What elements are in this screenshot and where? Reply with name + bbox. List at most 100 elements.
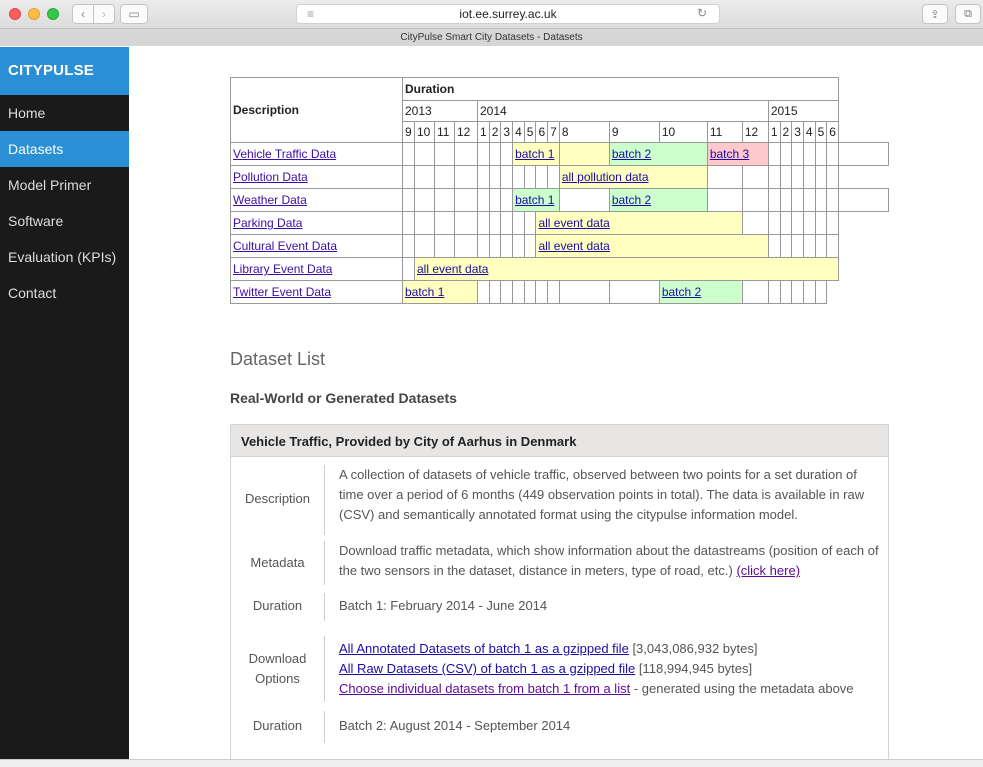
download-raw-link[interactable]: All Raw Datasets (CSV) of batch 1 as a g… (339, 661, 635, 676)
row-divider (324, 541, 325, 585)
month-cell: 5 (814, 121, 828, 143)
month-cell: 12 (454, 121, 478, 143)
month-cell: 5 (523, 121, 537, 143)
duration-row-2: Duration Batch 2: August 2014 - Septembe… (231, 711, 888, 743)
month-cell: 4 (802, 121, 816, 143)
download-raw-size: [118,994,945 bytes] (638, 661, 753, 676)
month-cell: 9 (402, 121, 415, 143)
real-world-subheading: Real-World or Generated Datasets (230, 390, 457, 406)
duration-text-2: Batch 2: August 2014 - September 2014 (339, 718, 571, 733)
parking-all-event-data[interactable]: all event data (538, 216, 609, 230)
choose-individual-link[interactable]: Choose individual datasets from batch 1 … (339, 681, 630, 696)
year-2015: 2015 (767, 100, 839, 122)
sidebar-icon: ▭ (128, 7, 140, 21)
sidebar-item-model-primer[interactable]: Model Primer (0, 167, 129, 203)
tab-title[interactable]: CityPulse Smart City Datasets - Datasets (400, 32, 582, 43)
month-cell: 11 (706, 121, 743, 143)
metadata-click-here-link[interactable]: (click here) (736, 563, 800, 578)
year-2014: 2014 (477, 100, 769, 122)
browser-chrome: ‹ › ▭ ≡ iot.ee.surrey.ac.uk ↻ ⇪ ⧉ CityPu… (0, 0, 983, 46)
metadata-label: Metadata (250, 555, 305, 570)
month-cell: 10 (414, 121, 435, 143)
download-annotated-link[interactable]: All Annotated Datasets of batch 1 as a g… (339, 641, 629, 656)
description-header: Description (230, 77, 403, 143)
month-cell: 3 (791, 121, 804, 143)
forward-button[interactable]: › (93, 4, 115, 24)
library-all-event-data[interactable]: all event data (417, 262, 488, 276)
timeline-row-library-event: Library Event Data all event data (230, 257, 889, 281)
close-window-button[interactable] (9, 8, 21, 20)
row-divider (324, 636, 325, 702)
weather-batch-2[interactable]: batch 2 (612, 193, 651, 207)
download-options-row: Download Options All Annotated Datasets … (231, 636, 888, 702)
cultural-all-event-data[interactable]: all event data (538, 239, 609, 253)
sidebar: CITYPULSE Home Datasets Model Primer Sof… (0, 47, 129, 767)
choose-individual-note: - generated using the metadata above (633, 681, 854, 696)
sidebar-item-contact[interactable]: Contact (0, 275, 129, 311)
timeline-row-pollution: Pollution Data all pollution data (230, 165, 889, 189)
dataset-list-heading: Dataset List (230, 349, 326, 369)
duration-label-2: Duration (252, 718, 303, 733)
metadata-row: Metadata Download traffic metadata, whic… (231, 541, 888, 585)
vehicle-traffic-panel: Vehicle Traffic, Provided by City of Aar… (230, 424, 889, 767)
zoom-window-button[interactable] (47, 8, 59, 20)
timeline-row-vehicle-traffic: Vehicle Traffic Data batch 1 batch 2 bat… (230, 142, 890, 166)
vehicle-traffic-batch-1[interactable]: batch 1 (515, 147, 554, 161)
address-bar[interactable]: ≡ iot.ee.surrey.ac.uk ↻ (296, 4, 720, 24)
vehicle-traffic-batch-3[interactable]: batch 3 (710, 147, 749, 161)
description-text: A collection of datasets of vehicle traf… (339, 467, 865, 522)
month-cell: 11 (434, 121, 455, 143)
reload-icon[interactable]: ↻ (697, 6, 707, 20)
pollution-all-data[interactable]: all pollution data (562, 170, 649, 184)
month-cell: 2 (779, 121, 793, 143)
twitter-event-link[interactable]: Twitter Event Data (233, 285, 331, 299)
sidebar-toggle-button[interactable]: ▭ (120, 4, 148, 24)
month-cell: 12 (741, 121, 769, 143)
tabs-icon: ⧉ (964, 7, 972, 20)
parking-link[interactable]: Parking Data (233, 216, 302, 230)
timeline-row-weather: Weather Data batch 1 batch 2 (230, 188, 890, 212)
month-cell: 1 (477, 121, 490, 143)
back-button[interactable]: ‹ (72, 4, 94, 24)
tabs-overview-button[interactable]: ⧉ (955, 4, 981, 24)
year-2013: 2013 (402, 100, 478, 122)
weather-batch-1[interactable]: batch 1 (515, 193, 554, 207)
month-cell: 7 (547, 121, 560, 143)
timeline-row-cultural-event: Cultural Event Data all event data (230, 234, 889, 258)
twitter-batch-2[interactable]: batch 2 (662, 285, 701, 299)
brand-logo[interactable]: CITYPULSE (0, 47, 129, 95)
duration-label-1: Duration (252, 598, 303, 613)
vehicle-traffic-link[interactable]: Vehicle Traffic Data (233, 147, 336, 161)
tab-bar: CityPulse Smart City Datasets - Datasets (0, 28, 983, 46)
month-cell: 6 (535, 121, 549, 143)
sidebar-item-evaluation[interactable]: Evaluation (KPIs) (0, 239, 129, 275)
library-event-link[interactable]: Library Event Data (233, 262, 332, 276)
minimize-window-button[interactable] (28, 8, 40, 20)
reader-menu-icon[interactable]: ≡ (307, 7, 314, 21)
pollution-link[interactable]: Pollution Data (233, 170, 308, 184)
month-cell: 9 (608, 121, 660, 143)
row-divider (324, 711, 325, 743)
back-icon: ‹ (81, 7, 85, 21)
dataset-timeline-table: Description Duration 2013 2014 2015 9 10… (230, 77, 890, 304)
share-button[interactable]: ⇪ (922, 4, 948, 24)
status-bar (0, 759, 983, 767)
download-annotated-size: [3,043,086,932 bytes] (632, 641, 758, 656)
cultural-event-link[interactable]: Cultural Event Data (233, 239, 337, 253)
title-bar: ‹ › ▭ ≡ iot.ee.surrey.ac.uk ↻ ⇪ ⧉ (0, 0, 983, 28)
sidebar-item-home[interactable]: Home (0, 95, 129, 131)
description-row: Description A collection of datasets of … (231, 465, 888, 535)
month-cell: 3 (500, 121, 514, 143)
month-cell: 6 (826, 121, 839, 143)
weather-link[interactable]: Weather Data (233, 193, 307, 207)
month-cell: 4 (512, 121, 525, 143)
sidebar-item-software[interactable]: Software (0, 203, 129, 239)
sidebar-item-datasets[interactable]: Datasets (0, 131, 129, 167)
row-divider (324, 465, 325, 535)
twitter-batch-1[interactable]: batch 1 (405, 285, 444, 299)
timeline-row-twitter-event: Twitter Event Data batch 1 batch 2 (230, 280, 889, 304)
download-options-label: Download Options (248, 651, 307, 686)
duration-text-1: Batch 1: February 2014 - June 2014 (339, 598, 548, 613)
forward-icon: › (102, 7, 106, 21)
vehicle-traffic-batch-2[interactable]: batch 2 (612, 147, 651, 161)
